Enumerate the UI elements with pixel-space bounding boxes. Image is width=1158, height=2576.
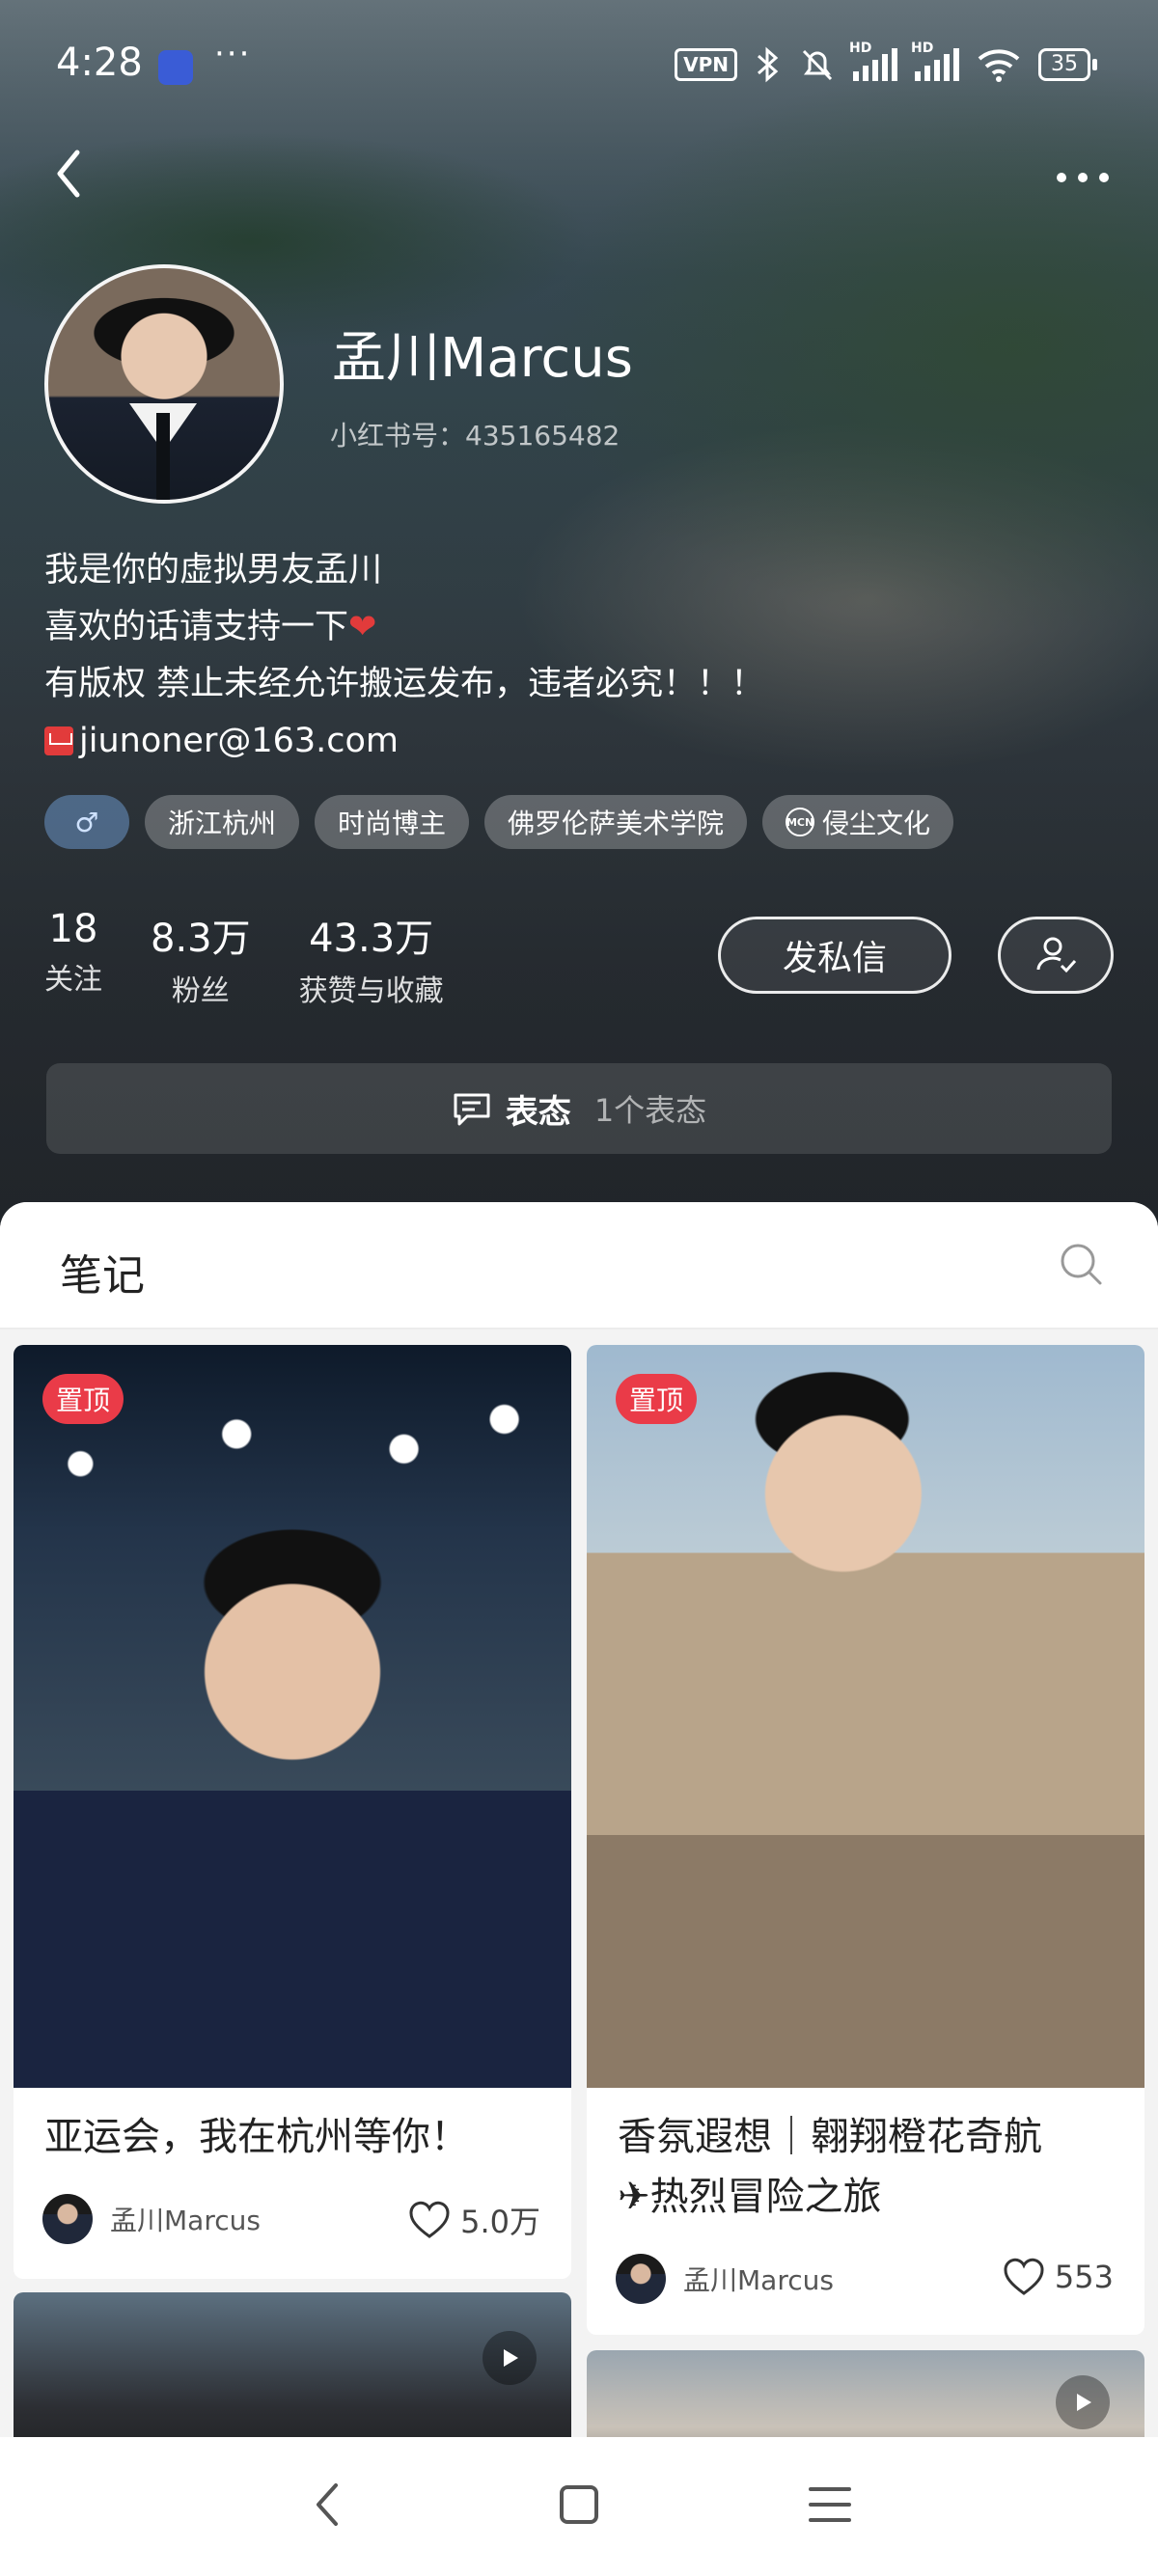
chevron-left-icon [57, 150, 80, 198]
male-icon: ♂ [74, 806, 99, 838]
bio-line-1: 我是你的虚拟男友孟川 [44, 551, 383, 589]
user-check-icon [1036, 937, 1077, 973]
stat-following[interactable]: 18 关注 [44, 907, 102, 1009]
notes-header [0, 1202, 1158, 1329]
signal-icon-2: HD [911, 41, 959, 81]
tag-location[interactable]: 浙江杭州 [145, 795, 300, 849]
battery-indicator: 35 [1038, 48, 1097, 81]
app-notification-icon [158, 50, 193, 85]
red-id[interactable]: 小红书号：435165482 [330, 415, 620, 453]
avatar-tie [156, 413, 170, 500]
status-post-bar[interactable]: 表态 1个表态 [46, 1063, 1112, 1154]
profile-stats: 18 关注 8.3万 粉丝 43.3万 获赞与收藏 [44, 907, 492, 1009]
status-post-count: 1个表态 [593, 1092, 707, 1129]
bluetooth-icon [758, 46, 779, 83]
menu-lines-icon [809, 2487, 851, 2522]
note-2-cover-image [587, 1345, 1144, 2088]
status-icons: VPN HD HD 35 [675, 41, 1097, 83]
profile-tags: ♂ 浙江杭州 时尚博主 佛罗伦萨美术学院 MCN 侵尘文化 [44, 795, 954, 849]
pinned-badge: 置顶 [42, 1374, 124, 1424]
back-arrow-icon [317, 2483, 338, 2526]
bio-line-3: 有版权 禁止未经允许搬运发布，违者必究！！！ [44, 665, 765, 703]
status-more-indicator: ··· [214, 35, 252, 73]
mailbox-icon [44, 726, 73, 755]
home-square-icon [560, 2485, 598, 2524]
tag-mcn[interactable]: MCN 侵尘文化 [762, 795, 954, 849]
back-button[interactable] [44, 145, 102, 203]
gender-tag: ♂ [44, 795, 129, 849]
video-play-badge [482, 2331, 537, 2385]
note-2-title: 香氛遐想｜翱翔橙花奇航 ✈热烈冒险之旅 [618, 2115, 1042, 2219]
note-1-author[interactable]: 孟川Marcus [42, 2194, 261, 2244]
notes-search-button[interactable] [1058, 1241, 1104, 1287]
video-play-badge [1056, 2375, 1110, 2429]
mute-bell-icon [802, 49, 833, 81]
search-icon [1061, 1244, 1102, 1285]
status-time: 4:28 [56, 41, 143, 85]
note-1-title: 亚运会，我在杭州等你！ [44, 2115, 469, 2159]
more-options-button[interactable] [1054, 162, 1112, 184]
chat-bubble-icon [454, 1093, 490, 1126]
status-post-title: 表态 [505, 1092, 571, 1132]
vpn-icon: VPN [675, 48, 737, 81]
profile-bio: 我是你的虚拟男友孟川 喜欢的话请支持一下❤ 有版权 禁止未经允许搬运发布，违者必… [44, 542, 764, 770]
bio-line-4: jiunoner@163.com [44, 713, 764, 770]
play-icon [504, 2349, 518, 2367]
note-1-cover-image [14, 1345, 571, 2088]
system-recents-button[interactable] [801, 2476, 859, 2534]
tag-occupation[interactable]: 时尚博主 [315, 795, 470, 849]
heart-icon [1004, 2258, 1044, 2295]
system-home-button[interactable] [550, 2476, 608, 2534]
bio-line-2: 喜欢的话请支持一下❤ [44, 608, 377, 646]
note-2-like-button[interactable]: 553 [1003, 2258, 1114, 2296]
note-card-2[interactable]: 置顶 香氛遐想｜翱翔橙花奇航 ✈热烈冒险之旅 孟川Marcus 553 [587, 1345, 1144, 2335]
pinned-badge: 置顶 [616, 1374, 698, 1424]
profile-name: 孟川Marcus [332, 327, 633, 390]
stat-followers[interactable]: 8.3万 粉丝 [151, 907, 251, 1009]
signal-icon-1: HD [849, 41, 897, 81]
note-1-like-button[interactable]: 5.0万 [408, 2198, 540, 2242]
note-card-1[interactable]: 置顶 亚运会，我在杭州等你！ 孟川Marcus 5.0万 [14, 1345, 571, 2279]
notes-tab[interactable]: 笔记 [60, 1241, 145, 1302]
system-back-button[interactable] [299, 2476, 357, 2534]
send-message-button[interactable]: 发私信 [718, 917, 951, 994]
more-horizontal-icon [1057, 173, 1109, 182]
mcn-icon: MCN [786, 808, 815, 836]
heart-emoji-icon: ❤ [348, 608, 377, 646]
note-2-author[interactable]: 孟川Marcus [616, 2254, 834, 2304]
author-avatar [616, 2254, 666, 2304]
stat-likes-collects[interactable]: 43.3万 获赞与收藏 [299, 907, 444, 1009]
author-avatar [42, 2194, 93, 2244]
play-icon [1077, 2394, 1091, 2411]
heart-icon [409, 2201, 450, 2238]
tag-school[interactable]: 佛罗伦萨美术学院 [484, 795, 748, 849]
follow-status-button[interactable] [998, 917, 1114, 994]
profile-avatar[interactable] [44, 264, 284, 504]
wifi-icon [978, 49, 1020, 82]
